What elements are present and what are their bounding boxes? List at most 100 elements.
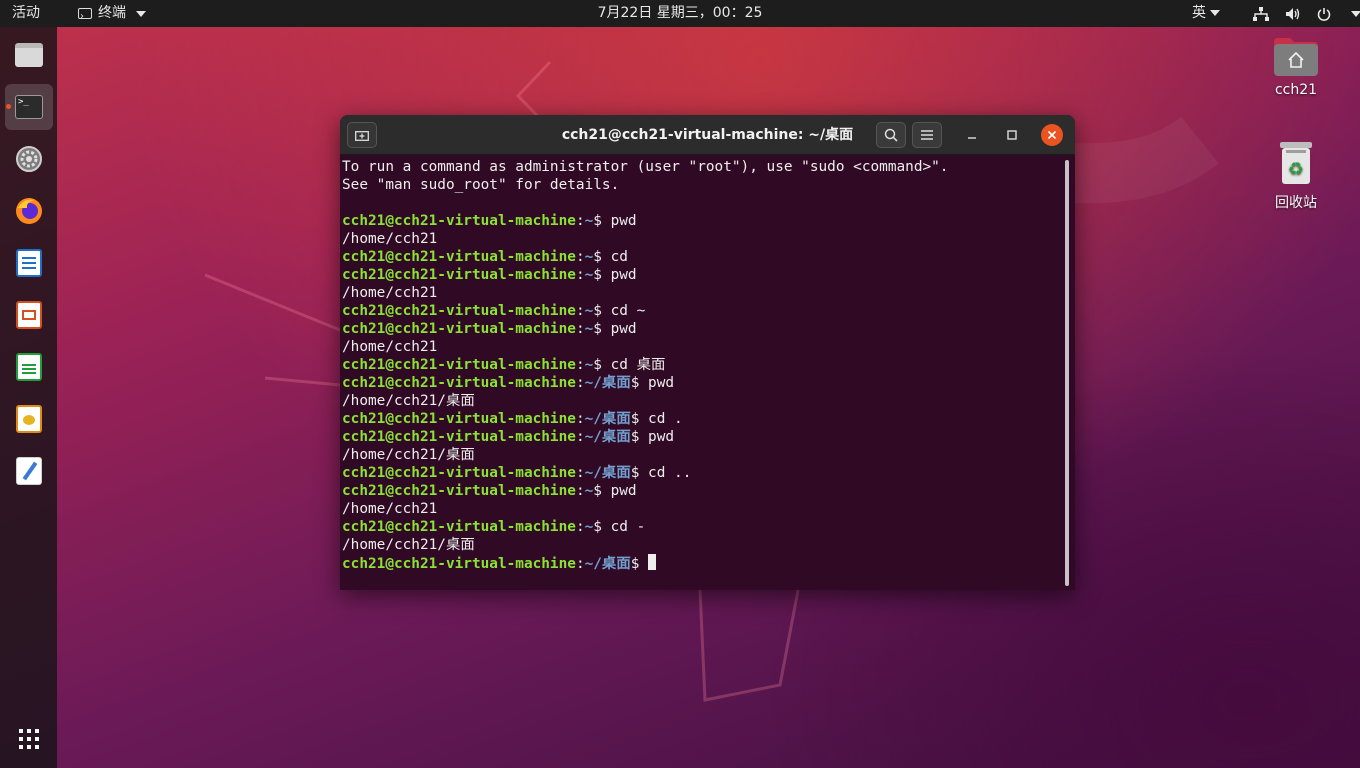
prompt-line: cch21@cch21-virtual-machine:~$ pwd bbox=[342, 266, 1064, 284]
trash-label: 回收站 bbox=[1275, 195, 1317, 211]
dock-item-files[interactable] bbox=[5, 32, 53, 78]
output-text: /home/cch21/桌面 bbox=[342, 447, 475, 463]
desktop-home-folder[interactable]: cch21 bbox=[1256, 36, 1336, 98]
prompt-symbol: $ bbox=[593, 267, 611, 283]
power-icon bbox=[1317, 7, 1331, 21]
volume-icon bbox=[1286, 7, 1300, 20]
dock-item-impress[interactable] bbox=[5, 292, 53, 338]
chevron-down-icon bbox=[1351, 10, 1360, 17]
prompt-symbol: $ bbox=[630, 465, 649, 481]
command-text: pwd bbox=[648, 429, 675, 445]
prompt-symbol: $ bbox=[593, 483, 611, 499]
clock[interactable]: 7月22日 星期三，00：25 bbox=[0, 0, 1360, 27]
prompt-path: ~ bbox=[584, 267, 594, 283]
prompt-user-host: cch21@cch21-virtual-machine bbox=[342, 213, 576, 229]
prompt-user-host: cch21@cch21-virtual-machine bbox=[342, 267, 576, 283]
input-method-indicator[interactable]: 英 bbox=[1192, 0, 1220, 27]
prompt-line: cch21@cch21-virtual-machine:~/桌面$ bbox=[342, 554, 1064, 572]
close-button[interactable] bbox=[1041, 124, 1063, 146]
prompt-line: cch21@cch21-virtual-machine:~$ pwd bbox=[342, 482, 1064, 500]
prompt-path: ~ bbox=[584, 249, 594, 265]
search-button[interactable] bbox=[876, 122, 906, 148]
svg-text:♻: ♻ bbox=[1288, 159, 1304, 180]
desktop-trash[interactable]: ♻ 回收站 bbox=[1256, 140, 1336, 212]
close-icon bbox=[1047, 130, 1057, 140]
running-indicator bbox=[6, 104, 11, 109]
prompt-line: cch21@cch21-virtual-machine:~$ pwd bbox=[342, 320, 1064, 338]
prompt-user-host: cch21@cch21-virtual-machine bbox=[342, 411, 576, 427]
command-text: pwd bbox=[610, 267, 637, 283]
output-text: /home/cch21/桌面 bbox=[342, 537, 475, 553]
prompt-line: cch21@cch21-virtual-machine:~$ cd 桌面 bbox=[342, 356, 1064, 374]
output-text: /home/cch21 bbox=[342, 231, 438, 247]
maximize-button[interactable] bbox=[1000, 122, 1024, 148]
command-text: cd 桌面 bbox=[610, 357, 666, 373]
prompt-symbol: $ bbox=[630, 556, 649, 572]
prompt-separator: : bbox=[575, 321, 585, 337]
trash-icon: ♻ bbox=[1280, 142, 1312, 184]
menu-button[interactable] bbox=[912, 122, 942, 148]
terminal-headerbar[interactable]: cch21@cch21-virtual-machine: ~/桌面 bbox=[340, 115, 1075, 155]
command-text: cd . bbox=[648, 411, 683, 427]
text-editor-icon bbox=[16, 457, 42, 485]
prompt-separator: : bbox=[575, 465, 585, 481]
output-line: /home/cch21 bbox=[342, 500, 1064, 518]
dock-item-calc[interactable] bbox=[5, 344, 53, 390]
show-applications-button[interactable] bbox=[5, 716, 53, 762]
prompt-separator: : bbox=[575, 375, 585, 391]
output-text: See "man sudo_root" for details. bbox=[342, 177, 620, 193]
impress-icon bbox=[16, 301, 42, 329]
command-text: pwd bbox=[610, 483, 637, 499]
prompt-separator: : bbox=[575, 213, 585, 229]
output-line: /home/cch21/桌面 bbox=[342, 446, 1064, 464]
minimize-button[interactable] bbox=[960, 122, 984, 148]
output-line: To run a command as administrator (user … bbox=[342, 158, 1064, 176]
dock-item-draw[interactable] bbox=[5, 396, 53, 442]
output-text: /home/cch21/桌面 bbox=[342, 393, 475, 409]
prompt-user-host: cch21@cch21-virtual-machine bbox=[342, 429, 576, 445]
hamburger-icon bbox=[921, 130, 933, 140]
firefox-icon bbox=[16, 198, 42, 224]
text-cursor bbox=[648, 554, 657, 570]
prompt-separator: : bbox=[575, 411, 585, 427]
dock-item-writer[interactable] bbox=[5, 240, 53, 286]
prompt-line: cch21@cch21-virtual-machine:~$ cd bbox=[342, 248, 1064, 266]
prompt-user-host: cch21@cch21-virtual-machine bbox=[342, 483, 576, 499]
home-folder-icon bbox=[1274, 38, 1318, 76]
grid-icon bbox=[19, 729, 39, 749]
prompt-path: ~ bbox=[584, 321, 594, 337]
prompt-separator: : bbox=[575, 429, 585, 445]
command-text: cd - bbox=[610, 519, 646, 535]
prompt-path: ~ bbox=[584, 357, 594, 373]
prompt-separator: : bbox=[575, 303, 585, 319]
prompt-user-host: cch21@cch21-virtual-machine bbox=[342, 375, 576, 391]
scrollbar[interactable] bbox=[1065, 160, 1069, 586]
command-text: pwd bbox=[648, 375, 675, 391]
terminal-output[interactable]: To run a command as administrator (user … bbox=[342, 158, 1064, 588]
dock: >_ bbox=[0, 27, 57, 768]
output-text: /home/cch21 bbox=[342, 285, 438, 301]
prompt-path: ~ bbox=[584, 483, 594, 499]
output-text: To run a command as administrator (user … bbox=[342, 159, 949, 175]
dock-item-text-editor[interactable] bbox=[5, 448, 53, 494]
prompt-line: cch21@cch21-virtual-machine:~/桌面$ cd . bbox=[342, 410, 1064, 428]
prompt-user-host: cch21@cch21-virtual-machine bbox=[342, 519, 576, 535]
dock-item-firefox[interactable] bbox=[5, 188, 53, 234]
output-text: /home/cch21 bbox=[342, 339, 438, 355]
command-text: pwd bbox=[610, 213, 637, 229]
terminal-window[interactable]: cch21@cch21-virtual-machine: ~/桌面 To run… bbox=[340, 115, 1075, 590]
home-folder-label: cch21 bbox=[1274, 82, 1318, 98]
prompt-separator: : bbox=[575, 267, 585, 283]
output-line: /home/cch21 bbox=[342, 338, 1064, 356]
prompt-path: ~/桌面 bbox=[584, 375, 631, 391]
system-menu[interactable] bbox=[1253, 0, 1360, 27]
prompt-separator: : bbox=[575, 519, 585, 535]
prompt-user-host: cch21@cch21-virtual-machine bbox=[342, 556, 576, 572]
prompt-path: ~ bbox=[584, 303, 594, 319]
prompt-symbol: $ bbox=[593, 357, 611, 373]
dock-item-terminal[interactable]: >_ bbox=[5, 84, 53, 130]
prompt-path: ~/桌面 bbox=[584, 429, 631, 445]
command-text: cd bbox=[610, 249, 628, 265]
dock-item-settings[interactable] bbox=[5, 136, 53, 182]
